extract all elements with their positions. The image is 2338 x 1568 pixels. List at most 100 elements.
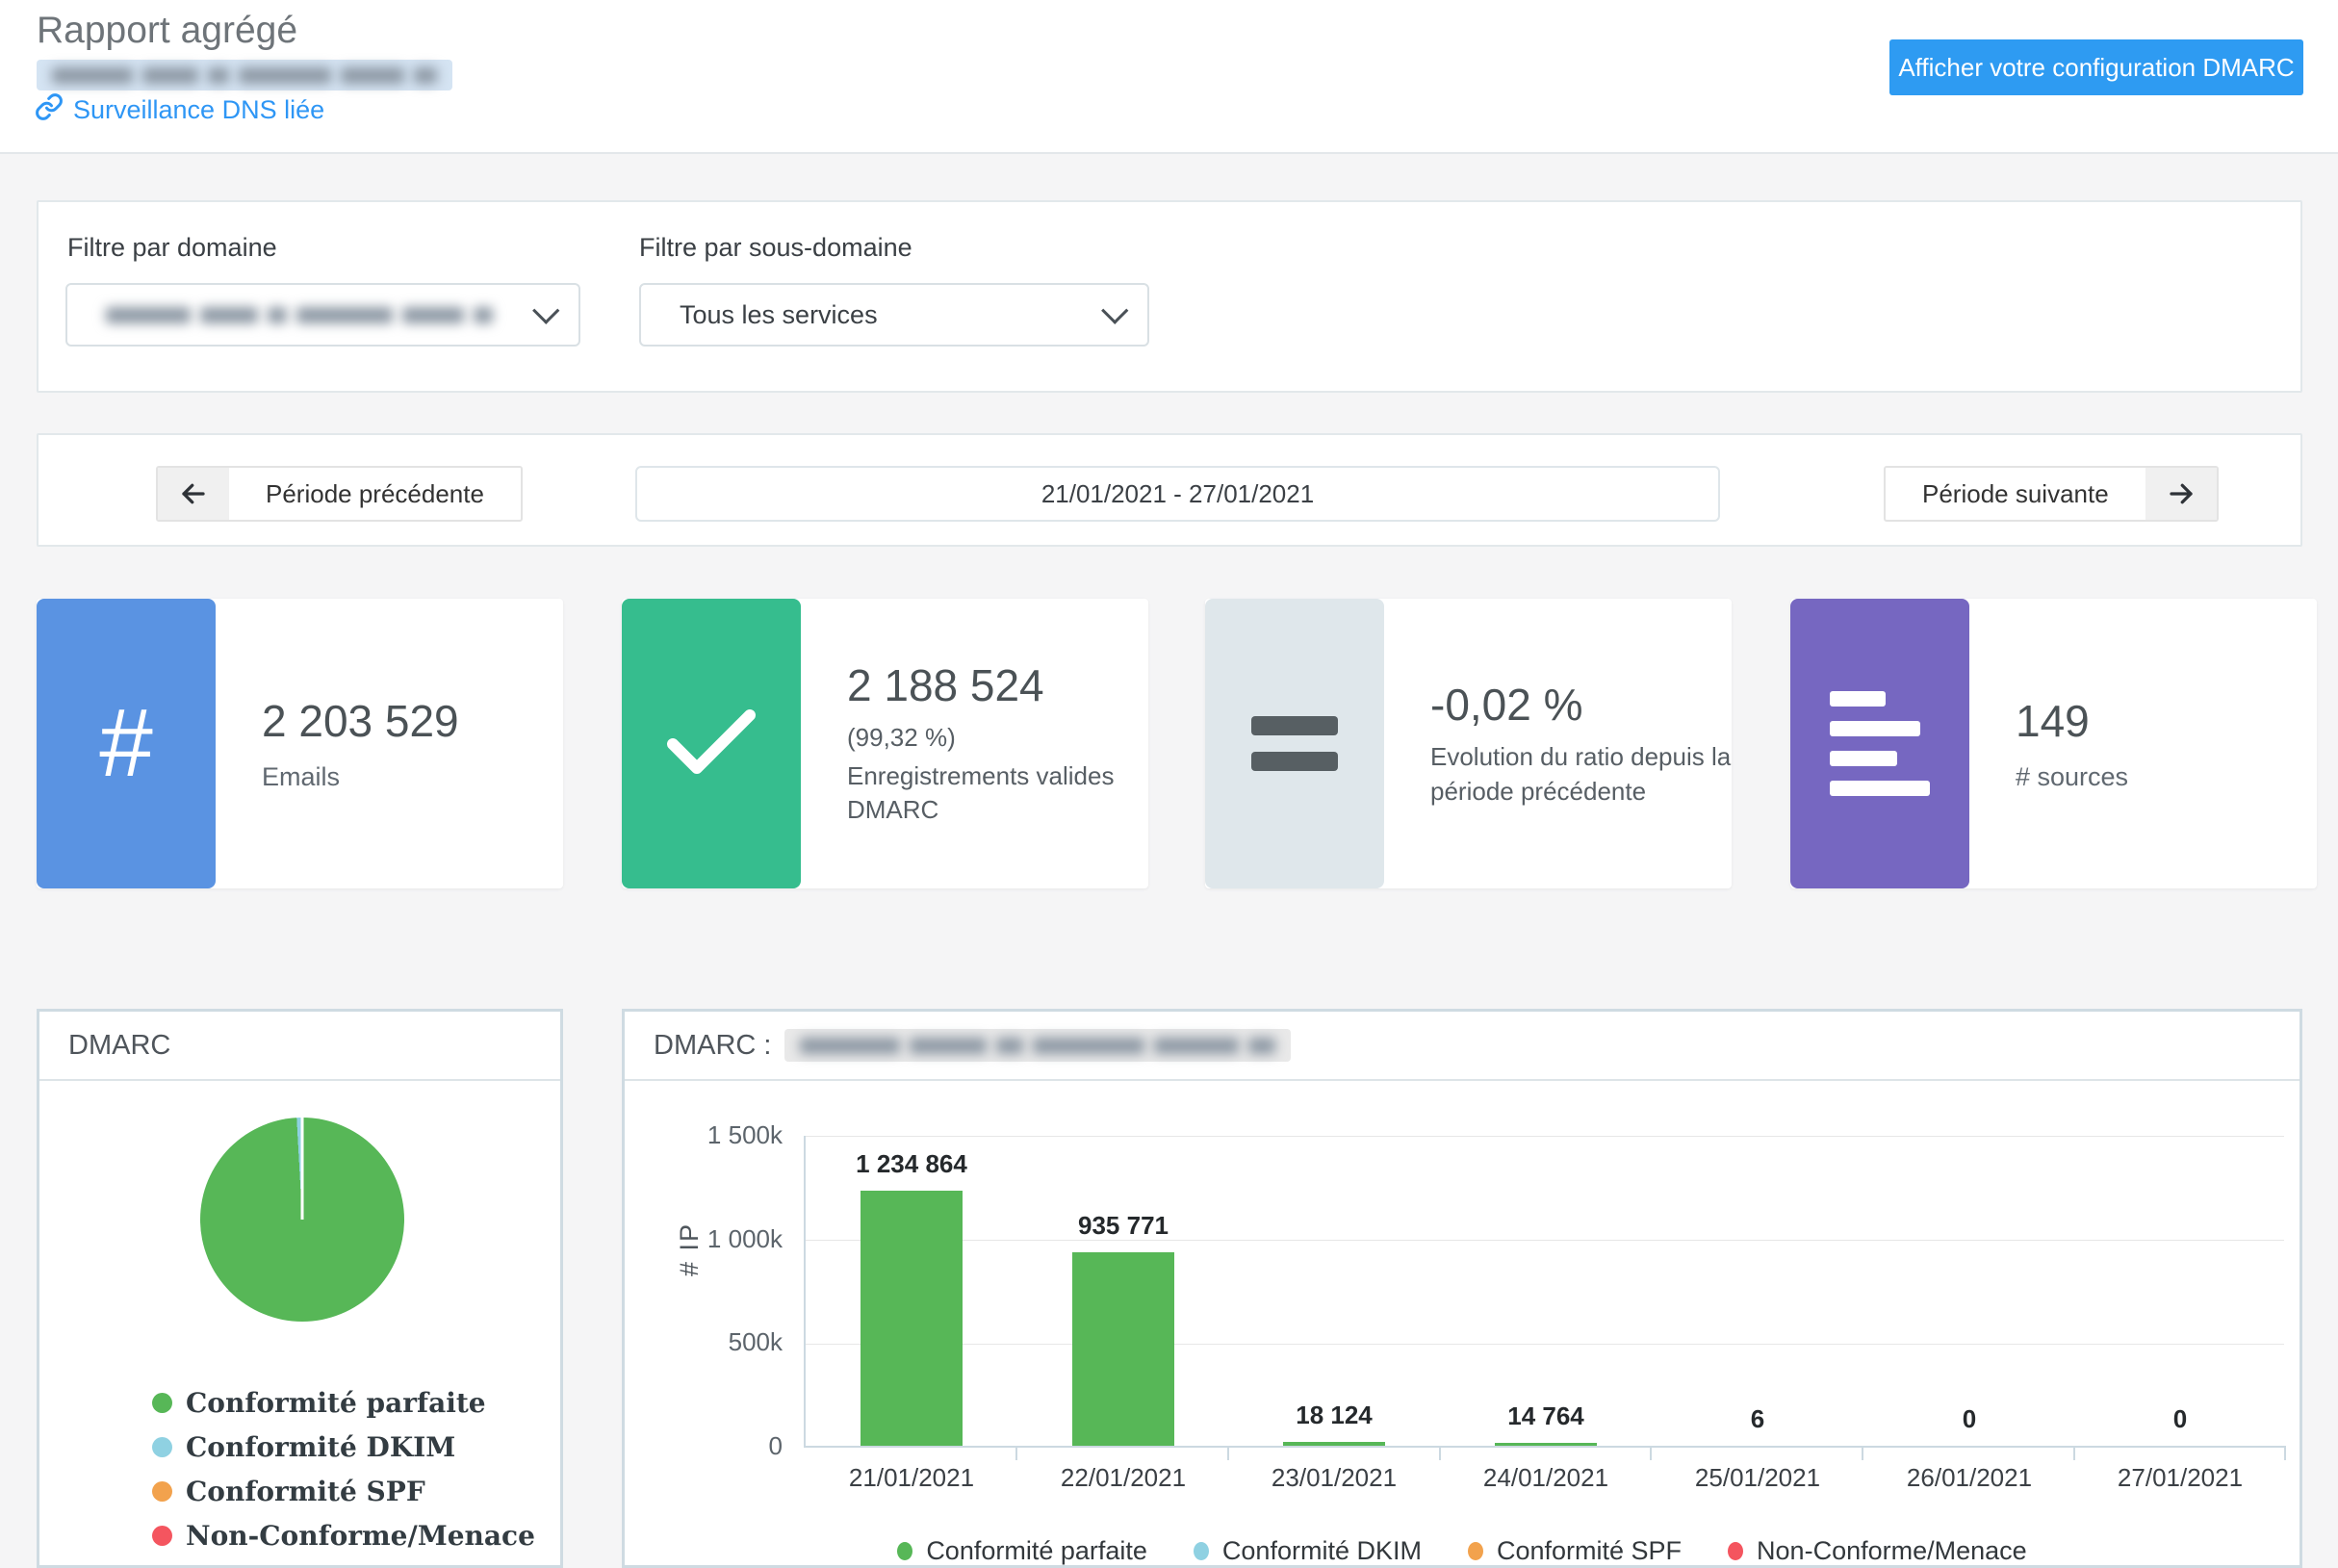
legend-label: Conformité parfaite bbox=[926, 1536, 1147, 1566]
hash-icon: # bbox=[37, 599, 216, 888]
subdomain-filter-select[interactable]: Tous les services bbox=[639, 283, 1149, 347]
bar-slot: 0 26/01/2021 bbox=[1863, 1136, 2075, 1446]
x-axis-tick bbox=[1439, 1446, 1441, 1460]
show-dmarc-config-button[interactable]: Afficher votre configuration DMARC bbox=[1889, 39, 2303, 95]
previous-period-button[interactable]: Période précédente bbox=[156, 466, 523, 522]
legend-item-dkim[interactable]: Conformité DKIM bbox=[1194, 1536, 1422, 1566]
stat-card-valid-dmarc: 2 188 524 (99,32 %) Enregistrements vali… bbox=[622, 599, 1148, 888]
page-title: Rapport agrégé bbox=[37, 10, 297, 52]
equals-icon bbox=[1205, 599, 1384, 888]
sources-count: 149 bbox=[2016, 695, 2317, 747]
valid-dmarc-label: Enregistrements valides DMARC bbox=[847, 759, 1148, 829]
emails-label: Emails bbox=[262, 762, 563, 792]
bar-value-label: 0 bbox=[2074, 1404, 2286, 1434]
sources-label: # sources bbox=[2016, 762, 2317, 792]
period-nav-card: Période précédente 21/01/2021 - 27/01/20… bbox=[37, 433, 2302, 547]
dmarc-pie-chart bbox=[200, 1118, 404, 1322]
list-icon bbox=[1790, 599, 1969, 888]
link-chain-icon bbox=[35, 92, 64, 128]
legend-label: Conformité DKIM bbox=[186, 1431, 455, 1463]
dns-monitoring-link[interactable]: Surveillance DNS liée bbox=[35, 92, 324, 128]
stat-card-ratio-evolution: -0,02 % Evolution du ratio depuis la pér… bbox=[1205, 599, 1732, 888]
x-category-label: 21/01/2021 bbox=[806, 1463, 1017, 1493]
legend-dot-orange bbox=[1468, 1542, 1483, 1560]
x-category-label: 25/01/2021 bbox=[1652, 1463, 1863, 1493]
legend-dot-red bbox=[1728, 1542, 1743, 1560]
legend-dot-green bbox=[897, 1542, 912, 1560]
dmarc-pie-card: DMARC Conformité parfaite Conformité DKI… bbox=[37, 1009, 563, 1568]
legend-item-perfect[interactable]: Conformité parfaite bbox=[897, 1536, 1147, 1566]
legend-item-spf[interactable]: Conformité SPF bbox=[1468, 1536, 1682, 1566]
x-axis-tick bbox=[2073, 1446, 2075, 1460]
legend-item-threat[interactable]: Non-Conforme/Menace bbox=[152, 1520, 535, 1552]
bar-slot: 1 234 864 21/01/2021 bbox=[806, 1136, 1017, 1446]
bar-value-label: 18 124 bbox=[1228, 1401, 1440, 1430]
emails-count: 2 203 529 bbox=[262, 695, 563, 747]
x-category-label: 23/01/2021 bbox=[1228, 1463, 1440, 1493]
previous-period-label: Période précédente bbox=[229, 468, 521, 520]
filters-card: Filtre par domaine Filtre par sous-domai… bbox=[37, 200, 2302, 393]
x-axis-tick bbox=[1650, 1446, 1652, 1460]
legend-dot-orange bbox=[152, 1481, 172, 1502]
redacted-domain-value bbox=[106, 307, 493, 323]
bar-card-title: DMARC : bbox=[625, 1012, 2299, 1081]
chevron-down-icon bbox=[532, 297, 559, 324]
legend-item-perfect[interactable]: Conformité parfaite bbox=[152, 1387, 535, 1419]
y-tick: 500k bbox=[638, 1327, 783, 1357]
chevron-down-icon bbox=[1101, 297, 1128, 324]
legend-dot-blue bbox=[1194, 1542, 1209, 1560]
top-header: Rapport agrégé Surveillance DNS liée Aff… bbox=[0, 0, 2338, 154]
redacted-domain-title bbox=[784, 1029, 1291, 1062]
domain-filter-label: Filtre par domaine bbox=[67, 233, 277, 263]
bar-slot: 18 124 23/01/2021 bbox=[1228, 1136, 1440, 1446]
valid-dmarc-percent: (99,32 %) bbox=[847, 721, 1148, 756]
check-icon bbox=[622, 599, 801, 888]
y-tick: 1 000k bbox=[638, 1224, 783, 1254]
pie-card-title: DMARC bbox=[39, 1012, 560, 1081]
bar-value-label: 935 771 bbox=[1017, 1211, 1229, 1241]
subdomain-filter-label: Filtre par sous-domaine bbox=[639, 233, 912, 263]
legend-label: Conformité SPF bbox=[1497, 1536, 1682, 1566]
legend-label: Non-Conforme/Menace bbox=[1757, 1536, 2027, 1566]
legend-label: Non-Conforme/Menace bbox=[186, 1520, 535, 1552]
stat-card-sources: 149 # sources bbox=[1790, 599, 2317, 888]
bar-value-label: 6 bbox=[1652, 1404, 1863, 1434]
stat-card-emails: # 2 203 529 Emails bbox=[37, 599, 563, 888]
bar-legend: Conformité parfaite Conformité DKIM Conf… bbox=[625, 1536, 2299, 1566]
arrow-right-icon bbox=[2145, 468, 2217, 520]
bar-slot: 935 771 22/01/2021 bbox=[1017, 1136, 1229, 1446]
legend-label: Conformité SPF bbox=[186, 1476, 425, 1507]
bar-card-title-prefix: DMARC : bbox=[654, 1030, 771, 1062]
legend-item-threat[interactable]: Non-Conforme/Menace bbox=[1728, 1536, 2027, 1566]
bar-value-label: 1 234 864 bbox=[806, 1149, 1017, 1179]
legend-label: Conformité parfaite bbox=[186, 1387, 486, 1419]
bar-slot: 6 25/01/2021 bbox=[1652, 1136, 1863, 1446]
x-category-label: 24/01/2021 bbox=[1440, 1463, 1652, 1493]
date-range-picker[interactable]: 21/01/2021 - 27/01/2021 bbox=[635, 466, 1720, 522]
next-period-button[interactable]: Période suivante bbox=[1884, 466, 2219, 522]
pie-slice-separator bbox=[301, 1118, 304, 1220]
x-axis-tick bbox=[2284, 1446, 2286, 1460]
pie-legend: Conformité parfaite Conformité DKIM Conf… bbox=[152, 1387, 535, 1552]
bar bbox=[1283, 1442, 1385, 1446]
bar-value-label: 0 bbox=[1863, 1404, 2075, 1434]
ratio-evolution-label: Evolution du ratio depuis la période pré… bbox=[1430, 740, 1732, 810]
bar-slot: 14 764 24/01/2021 bbox=[1440, 1136, 1652, 1446]
bar bbox=[1495, 1443, 1597, 1446]
ratio-evolution-value: -0,02 % bbox=[1430, 679, 1732, 731]
domain-filter-select[interactable] bbox=[65, 283, 580, 347]
legend-dot-red bbox=[152, 1526, 172, 1546]
bar-plot-area: 1 234 864 21/01/2021 935 771 22/01/2021 … bbox=[804, 1136, 2284, 1448]
legend-item-dkim[interactable]: Conformité DKIM bbox=[152, 1431, 535, 1463]
x-axis-tick bbox=[1862, 1446, 1863, 1460]
dmarc-bar-card: DMARC : # IP 1 500k 1 000k 500k 0 1 234 … bbox=[622, 1009, 2302, 1568]
redacted-domain-subtitle bbox=[37, 60, 452, 90]
x-category-label: 27/01/2021 bbox=[2074, 1463, 2286, 1493]
subdomain-filter-value: Tous les services bbox=[680, 300, 878, 330]
bar-slot: 0 27/01/2021 bbox=[2074, 1136, 2286, 1446]
legend-item-spf[interactable]: Conformité SPF bbox=[152, 1476, 535, 1507]
legend-dot-green bbox=[152, 1393, 172, 1413]
x-category-label: 26/01/2021 bbox=[1863, 1463, 2075, 1493]
bar bbox=[1072, 1252, 1174, 1446]
x-axis-tick bbox=[1227, 1446, 1229, 1460]
